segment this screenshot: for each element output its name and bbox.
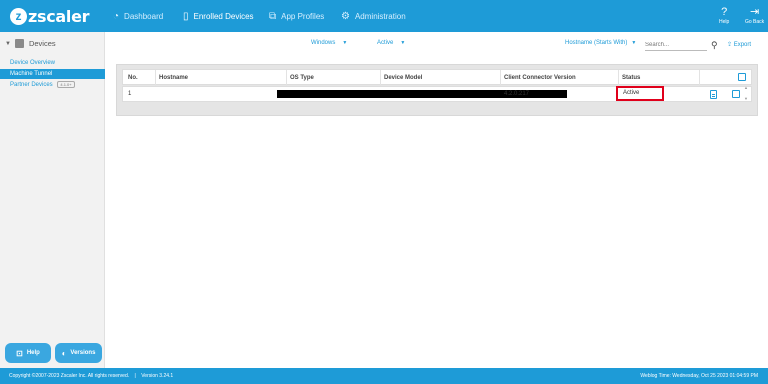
version-text: Version 3.24.1	[141, 373, 174, 379]
chevron-down-icon: ▼	[5, 40, 11, 47]
state-filter-dropdown[interactable]: Active ▼	[377, 40, 405, 46]
sign-out-icon: ⇥	[749, 6, 760, 18]
nav-app-profiles[interactable]: ⧉ App Profiles	[269, 0, 324, 32]
nav-enrolled-devices-label: Enrolled Devices	[193, 11, 254, 21]
scroll-down-icon[interactable]: ▼	[744, 96, 748, 101]
col-device-model[interactable]: Device Model	[380, 70, 499, 86]
nav-enrolled-devices[interactable]: ▯ Enrolled Devices	[183, 0, 254, 32]
version-badge: 4.1.0+	[57, 80, 75, 88]
col-actions	[699, 70, 729, 86]
row-no: 1	[128, 91, 132, 97]
search-icon[interactable]: ⚲	[711, 40, 718, 51]
col-hostname[interactable]: Hostname	[155, 70, 285, 86]
chevron-down-icon: ▼	[631, 40, 637, 46]
status-badge: Active	[616, 86, 664, 101]
export-button[interactable]: ⇪ Export	[727, 41, 751, 48]
nav-dashboard[interactable]: ◔ Dashboard	[113, 0, 163, 32]
document-icon[interactable]	[710, 90, 717, 99]
zscaler-logo-mark: z	[10, 7, 27, 25]
search-input[interactable]	[645, 40, 707, 51]
sidebar-devices-label: Devices	[28, 39, 56, 48]
table-row[interactable]: 1 4.2.0.217 Active	[122, 86, 752, 102]
device-icon: ▯	[183, 10, 189, 22]
versions-button[interactable]: ◐ Versions	[55, 343, 102, 363]
state-filter-value: Active	[377, 40, 394, 46]
help-button[interactable]: ⊡ Help	[5, 343, 51, 363]
help-icon: ⊡	[16, 348, 23, 358]
question-icon: ?	[721, 6, 728, 18]
nav-app-profiles-label: App Profiles	[281, 11, 325, 21]
zscaler-logo: z zscaler	[10, 6, 100, 26]
nav-dashboard-label: Dashboard	[124, 11, 164, 21]
sidebar-item-device-overview[interactable]: Device Overview	[0, 58, 105, 68]
zscaler-logo-text: zscaler	[28, 6, 90, 26]
sidebar-item-partner-devices-label: Partner Devices	[10, 82, 53, 88]
os-filter-value: Windows	[311, 40, 336, 46]
col-status[interactable]: Status	[618, 70, 698, 86]
table-header: No. Hostname OS Type Device Model Client…	[122, 69, 752, 86]
search-field-dropdown[interactable]: Hostname (Starts With) ▼	[565, 40, 636, 46]
footer-separator: |	[134, 373, 136, 379]
scroll-up-icon[interactable]: ▲	[744, 85, 748, 90]
devices-table: No. Hostname OS Type Device Model Client…	[116, 64, 758, 116]
help-button-label: Help	[26, 350, 40, 356]
footer: Copyright ©2007-2023 Zscaler Inc. All ri…	[0, 368, 768, 384]
col-os-type[interactable]: OS Type	[286, 70, 379, 86]
chevron-down-icon: ▼	[342, 40, 348, 46]
export-label: Export	[733, 42, 752, 48]
search-field-value: Hostname (Starts With)	[565, 40, 628, 46]
col-no[interactable]: No.	[123, 70, 154, 86]
export-icon: ⇪	[727, 42, 733, 48]
weblog-time: Weblog Time: Wednesday, Oct 25 2023 01:0…	[640, 373, 758, 379]
nav-administration-label: Administration	[354, 11, 406, 21]
sidebar-item-partner-devices[interactable]: Partner Devices 4.1.0+	[0, 80, 105, 90]
help-top-button[interactable]: ? Help	[719, 6, 729, 25]
dashboard-icon: ◔	[113, 10, 120, 22]
sitemap-icon: ⧉	[269, 10, 277, 22]
versions-button-label: Versions	[70, 350, 96, 356]
help-top-label: Help	[719, 19, 730, 25]
sidebar-item-machine-tunnel[interactable]: Machine Tunnel	[0, 69, 105, 79]
col-client-connector-version[interactable]: Client Connector Version	[500, 70, 617, 86]
top-nav-bar: z zscaler ◔ Dashboard ▯ Enrolled Devices…	[0, 0, 768, 32]
go-back-label: Go Back	[745, 19, 765, 25]
toggle-icon: ◐	[61, 348, 67, 358]
copyright-text: Copyright ©2007-2023 Zscaler Inc. All ri…	[9, 373, 130, 379]
select-all-checkbox[interactable]	[738, 73, 746, 81]
sidebar-devices-header[interactable]: ▼ Devices	[5, 39, 56, 48]
row-checkbox[interactable]	[732, 90, 740, 98]
sidebar: ▼ Devices Device Overview Machine Tunnel…	[0, 32, 105, 368]
row-version: 4.2.0.217	[504, 91, 530, 97]
os-filter-dropdown[interactable]: Windows ▼	[311, 40, 347, 46]
nav-administration[interactable]: ⚙ Administration	[341, 0, 406, 32]
box-icon	[14, 39, 24, 48]
go-back-button[interactable]: ⇥ Go Back	[745, 6, 764, 25]
chevron-down-icon: ▼	[400, 40, 406, 46]
gears-icon: ⚙	[341, 10, 350, 22]
footer-left: Copyright ©2007-2023 Zscaler Inc. All ri…	[9, 373, 173, 379]
